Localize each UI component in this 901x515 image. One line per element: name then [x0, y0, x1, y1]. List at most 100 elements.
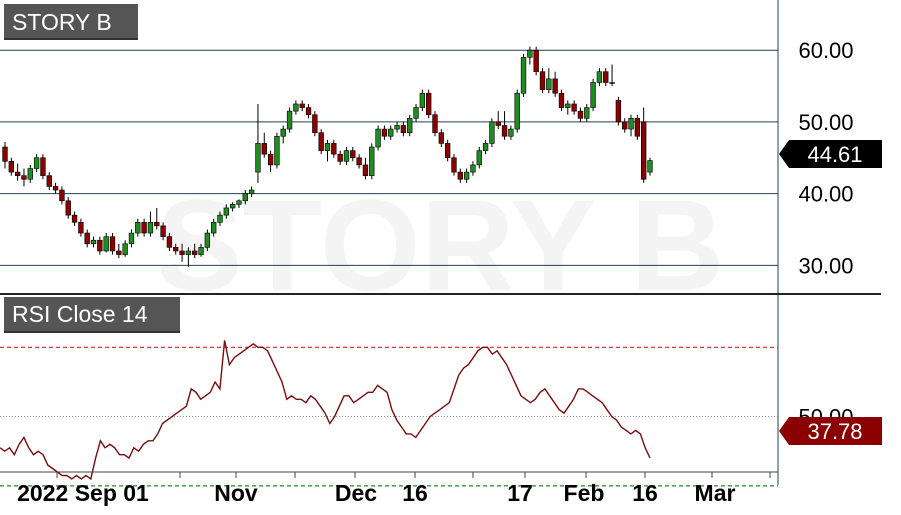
- candle-body: [147, 221, 154, 234]
- candle-body: [71, 214, 78, 223]
- candle-body: [577, 110, 584, 119]
- candle-body: [514, 92, 520, 130]
- candle: [280, 125, 286, 144]
- candle: [65, 197, 71, 219]
- candle: [147, 211, 154, 237]
- x-axis-label: Feb: [564, 480, 605, 506]
- candle-body: [185, 250, 192, 255]
- candle-body: [109, 236, 116, 252]
- candle: [596, 68, 603, 87]
- candle: [527, 46, 533, 65]
- x-axis-label: Mar: [695, 480, 736, 506]
- candle: [476, 147, 482, 169]
- symbol-title-underline: [4, 38, 138, 40]
- candle-body: [179, 250, 185, 255]
- candle: [2, 141, 8, 169]
- candle: [444, 139, 451, 162]
- candle-body: [59, 189, 65, 202]
- candle-body: [135, 221, 141, 234]
- candle-body: [546, 78, 552, 90]
- candle: [97, 236, 103, 255]
- candle-body: [274, 135, 280, 166]
- candle-body: [444, 143, 451, 159]
- price-tick-label: 50.00: [798, 110, 853, 135]
- candle-body: [527, 49, 533, 58]
- candle-body: [628, 118, 634, 130]
- candle-body: [622, 121, 628, 130]
- candle-body: [476, 150, 482, 166]
- candle: [514, 89, 520, 133]
- candle-body: [400, 125, 407, 133]
- rsi-title-tag: RSI Close 14: [4, 297, 180, 333]
- candle-body: [14, 171, 21, 176]
- candle-body: [419, 92, 426, 108]
- symbol-title-tag: STORY B: [4, 4, 138, 40]
- candle-body: [128, 232, 135, 245]
- candle: [337, 150, 343, 165]
- x-axis-label: 16: [632, 480, 658, 506]
- candle-body: [558, 92, 565, 108]
- candle: [52, 182, 59, 194]
- candle-body: [590, 82, 596, 108]
- candle: [84, 229, 90, 248]
- candle-body: [457, 171, 463, 180]
- candle: [8, 157, 14, 176]
- candle: [40, 154, 46, 180]
- x-axis-labels: 2022 Sep 01 Nov Dec 16 17 Feb 16 Mar: [17, 480, 735, 506]
- rsi-line: [0, 340, 651, 481]
- last-price-value: 44.61: [807, 142, 862, 167]
- candle-body: [160, 225, 166, 237]
- candle-body: [293, 103, 299, 112]
- candle-body: [647, 160, 653, 173]
- candle: [482, 139, 489, 155]
- candle-body: [198, 247, 204, 255]
- candle-body: [204, 232, 211, 248]
- candle: [46, 172, 52, 191]
- candle-body: [343, 150, 350, 162]
- candle-body: [584, 107, 590, 119]
- candle-body: [520, 57, 527, 94]
- candle-body: [154, 221, 160, 227]
- candle-body: [173, 247, 179, 252]
- candle: [590, 78, 596, 112]
- symbol-title: STORY B: [12, 9, 112, 35]
- candle: [413, 103, 419, 122]
- candle: [628, 114, 634, 137]
- x-axis-label: 2022 Sep 01: [17, 480, 149, 506]
- candle-body: [223, 207, 229, 216]
- candle-body: [533, 49, 539, 73]
- candle-body: [261, 143, 267, 155]
- candle: [274, 132, 280, 169]
- candle-body: [90, 239, 97, 245]
- candle-body: [46, 175, 52, 187]
- candle: [255, 103, 261, 183]
- candle-body: [217, 214, 223, 223]
- candle-body: [596, 71, 603, 83]
- candle: [109, 233, 116, 255]
- candle-body: [192, 250, 198, 255]
- candle: [21, 168, 27, 187]
- candle: [584, 103, 590, 122]
- candle-body: [394, 125, 400, 130]
- rsi-pane[interactable]: 50.00 37.78 RSI Close 14: [0, 297, 882, 487]
- candle-body: [615, 100, 622, 123]
- candle-body: [78, 221, 84, 234]
- candle-body: [438, 132, 444, 144]
- price-tick-label: 60.00: [798, 38, 853, 63]
- candle-body: [350, 150, 356, 159]
- candle: [122, 240, 128, 257]
- candle-body: [603, 71, 609, 83]
- candle: [533, 46, 539, 76]
- candle-body: [451, 157, 457, 173]
- candle-body: [331, 143, 337, 155]
- candle-body: [495, 121, 501, 126]
- candle: [78, 218, 84, 237]
- candle-body: [482, 143, 489, 151]
- candle: [116, 243, 122, 259]
- candle-body: [141, 221, 147, 234]
- candle-body: [571, 103, 577, 112]
- candle-body: [641, 121, 647, 180]
- rsi-title: RSI Close 14: [12, 301, 148, 327]
- rsi-level-lines: [0, 346, 778, 487]
- x-axis: 2022 Sep 01 Nov Dec 16 17 Feb 16 Mar: [0, 471, 778, 506]
